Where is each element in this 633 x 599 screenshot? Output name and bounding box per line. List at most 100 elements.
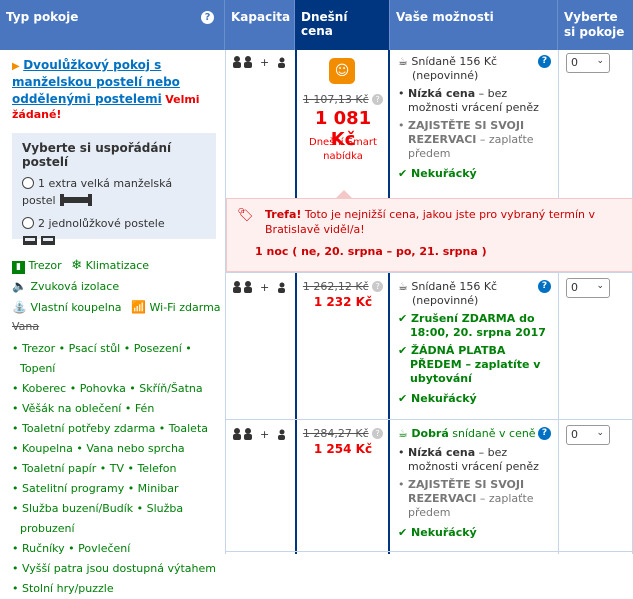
header-today-price-label: Dnešní cena	[301, 10, 348, 38]
old-price: 1 107,13 Kč	[302, 93, 369, 106]
facility-line: • Toaletní papír • TV • Telefon	[12, 462, 177, 475]
speaker-icon: 🔈	[12, 279, 27, 293]
room-name-block: ▶ Dvoulůžkový pokoj s manželskou postelí…	[12, 57, 217, 121]
help-icon[interactable]: ?	[538, 427, 551, 440]
help-icon[interactable]: ?	[372, 281, 384, 292]
room-count-select[interactable]: 0 ⌄	[566, 53, 610, 73]
tag-icon: 🏷	[237, 208, 254, 223]
facility-wifi: Wi-Fi zdarma	[149, 301, 221, 314]
breakfast-note: (nepovinné)	[412, 69, 479, 82]
room-count-select[interactable]: 0 ⌄	[566, 278, 610, 298]
bed-option-2[interactable]: 2 jednolůžkové postele	[22, 215, 206, 249]
bath-icon: ⛲	[12, 300, 27, 314]
facilities-row-3: ⛲ Vlastní koupelna 📶 Wi-Fi zdarma	[12, 300, 221, 314]
select-value: 0	[571, 281, 578, 294]
help-icon[interactable]: ?	[201, 11, 214, 24]
coffee-icon: ☕	[398, 55, 408, 68]
bed-option-1[interactable]: 1 extra velká manželská postel	[22, 175, 206, 209]
low-price: Nízká cena	[408, 87, 476, 100]
facility-line: • Věšák na oblečení • Fén	[12, 402, 155, 415]
select-value: 0	[571, 56, 578, 69]
bed-option-1-label: 1 extra velká manželská postel	[22, 177, 173, 207]
chevron-down-icon: ⌄	[596, 56, 604, 66]
guests-icon: +	[233, 428, 285, 441]
facility-soundproof: Zvuková izolace	[30, 280, 120, 293]
help-icon[interactable]: ?	[372, 428, 384, 439]
facility-ac: Klimatizace	[85, 259, 150, 272]
facilities-list: • Trezor • Psací stůl • Posezení • Topen…	[12, 339, 224, 599]
svg-text:+: +	[260, 56, 269, 68]
svg-text:+: +	[260, 281, 269, 293]
breakfast-included: snídaně v ceně	[448, 427, 536, 440]
header-room-type-label: Typ pokoje	[6, 10, 79, 24]
facility-line: • Toaletní potřeby zdarma • Toaleta	[12, 422, 208, 435]
header-your-options: Vaše možnosti	[390, 0, 558, 50]
coffee-icon: ☕	[398, 427, 408, 440]
facility-line: • Koberec • Pohovka • Skříň/Šatna	[12, 382, 203, 395]
help-icon[interactable]: ?	[538, 280, 551, 293]
old-price-2-wrap: 1 262,12 Kč ?	[300, 280, 386, 293]
offer-2-options: ☕ Snídaně 156 Kč (nepovinné) ✔ Zrušení Z…	[398, 280, 548, 406]
divider	[225, 50, 226, 554]
divider	[225, 419, 633, 420]
header-room-type: Typ pokoje ?	[0, 0, 225, 50]
facilities-row-2: 🔈 Zvuková izolace	[12, 279, 119, 293]
smart-deal-icon: ☺	[329, 58, 355, 84]
free-cancellation: Zrušení ZDARMA do 18:00, 20. srpna 2017	[410, 312, 546, 339]
old-price-3-wrap: 1 284,27 Kč ?	[300, 427, 386, 440]
facility-line: • Trezor • Psací stůl • Posezení • Topen…	[12, 342, 192, 375]
non-smoking: Nekuřácký	[411, 392, 477, 405]
facility-line: • Koupelna • Vana nebo sprcha	[12, 442, 185, 455]
capacity-offer-1: +	[232, 56, 290, 71]
radio-button[interactable]	[22, 177, 34, 189]
facility-safe: Trezor	[28, 259, 62, 272]
facility-line: • Vyšší patra jsou dostupná výtahem	[12, 562, 216, 575]
low-price: Nízká cena	[408, 446, 476, 459]
guests-icon: +	[233, 56, 285, 69]
old-price-1-wrap: 1 107,13 Kč ?	[300, 93, 386, 106]
single-beds-icon	[23, 236, 55, 245]
breakfast-label: Snídaně 156 Kč	[411, 280, 498, 293]
breakfast-label: Snídaně 156 Kč	[411, 55, 498, 68]
offer-1-options: ☕ Snídaně 156 Kč (nepovinné) • Nízká cen…	[398, 55, 548, 181]
facilities-row-1: ▮ Trezor ❄ Klimatizace	[12, 258, 149, 274]
facility-line: • Služba buzení/Budík • Služba probuzení	[12, 502, 184, 535]
header-select-rooms: Vyberte si pokoje	[558, 0, 633, 50]
offer-3-options: ☕ Dobrá snídaně v ceně • Nízká cena – be…	[398, 427, 539, 539]
facility-line: • Satelitní programy • Minibar	[12, 482, 179, 495]
facility-line: • Ručníky • Povlečení	[12, 542, 131, 555]
coffee-icon: ☕	[398, 280, 408, 293]
help-icon[interactable]: ?	[372, 94, 384, 105]
tooltip-arrow	[335, 190, 353, 199]
svg-text:+: +	[260, 428, 269, 440]
capacity-offer-2: +	[232, 281, 290, 296]
bed-arrangement-box: Vyberte si uspořádání postelí 1 extra ve…	[12, 133, 216, 245]
divider	[225, 551, 633, 552]
non-smoking: Nekuřácký	[411, 167, 477, 180]
lowest-price-tooltip: 🏷 Trefa! Toto je nejnižší cena, jakou js…	[226, 198, 633, 272]
bed-option-2-label: 2 jednolůžkové postele	[38, 217, 165, 230]
bed-box-title: Vyberte si uspořádání postelí	[22, 141, 172, 169]
wifi-icon: 📶	[131, 300, 146, 314]
header-today-price: Dnešní cena	[295, 0, 390, 50]
double-bed-icon	[60, 194, 93, 206]
arrow-icon: ▶	[12, 61, 20, 72]
tooltip-bold: Trefa!	[265, 208, 302, 221]
tooltip-text: Toto je nejnižší cena, jakou jste pro vy…	[265, 208, 595, 236]
header-select-rooms-label: Vyberte si pokoje	[564, 10, 625, 39]
old-price: 1 284,27 Kč	[302, 427, 369, 440]
divider	[225, 272, 633, 273]
chevron-down-icon: ⌄	[596, 281, 604, 291]
new-price: 1 232 Kč	[313, 295, 373, 309]
header-capacity-label: Kapacita	[231, 10, 291, 24]
header-capacity: Kapacita	[225, 0, 295, 50]
chevron-down-icon: ⌄	[596, 428, 604, 438]
header-your-options-label: Vaše možnosti	[396, 10, 494, 24]
snowflake-icon: ❄	[71, 258, 83, 273]
facility-bathroom: Vlastní koupelna	[30, 301, 122, 314]
room-name-link[interactable]: Dvoulůžkový pokoj s manželskou postelí n…	[12, 58, 180, 106]
radio-button[interactable]	[22, 217, 34, 229]
help-icon[interactable]: ?	[538, 55, 551, 68]
guests-icon: +	[233, 281, 285, 294]
room-count-select[interactable]: 0 ⌄	[566, 425, 610, 445]
